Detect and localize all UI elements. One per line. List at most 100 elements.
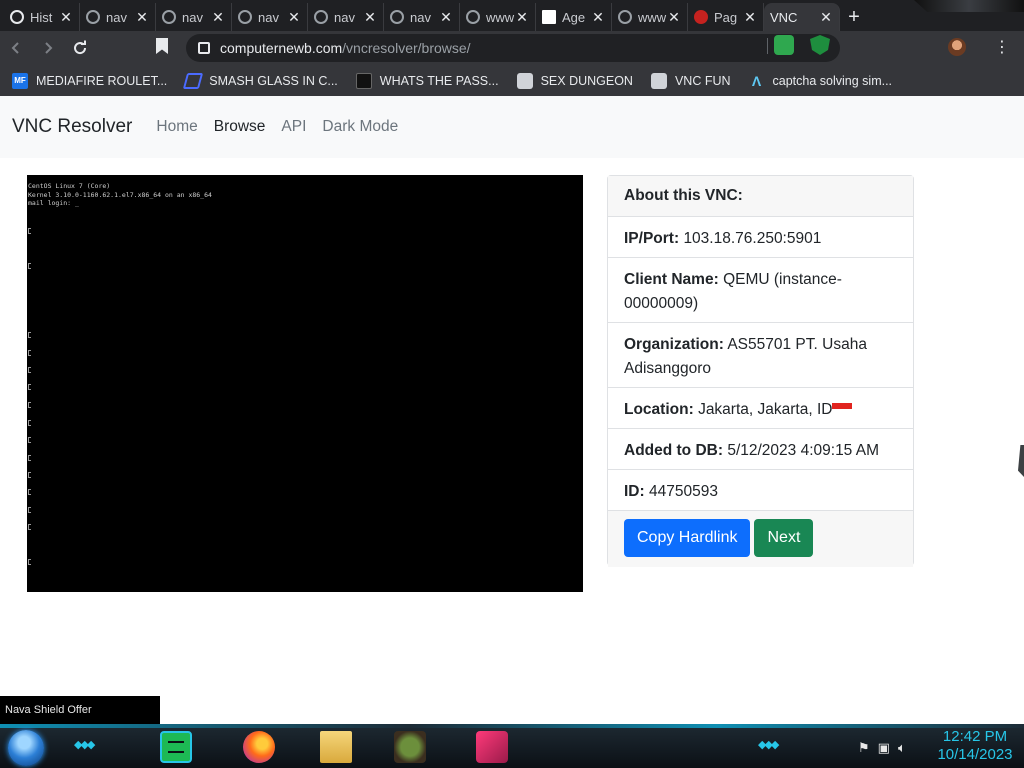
tab-www-2[interactable]: www ✕ bbox=[612, 3, 688, 31]
bookmarks-bar: MF MEDIAFIRE ROULET... SMASH GLASS IN C..… bbox=[0, 65, 1024, 96]
close-tab-icon[interactable]: ✕ bbox=[515, 9, 529, 26]
tab-nav-2[interactable]: nav ✕ bbox=[156, 3, 232, 31]
tab-nav-5[interactable]: nav ✕ bbox=[384, 3, 460, 31]
url-host: computernewb.com bbox=[220, 40, 343, 56]
close-tab-icon[interactable]: ✕ bbox=[439, 9, 453, 26]
lock-icon[interactable] bbox=[198, 42, 210, 54]
bookmark-sex-dungeon[interactable]: SEX DUNGEON bbox=[516, 72, 633, 89]
console-bracket bbox=[28, 507, 31, 513]
card-header: About this VNC: bbox=[608, 176, 913, 217]
bookmark-whats-the-pass[interactable]: WHATS THE PASS... bbox=[355, 72, 499, 89]
bookmark-vnc-fun[interactable]: VNC FUN bbox=[650, 72, 731, 89]
profile-avatar[interactable] bbox=[948, 38, 966, 56]
url-path: /vncresolver/browse/ bbox=[342, 40, 471, 56]
tab-nav-4[interactable]: nav ✕ bbox=[308, 3, 384, 31]
extension-chat-icon[interactable] bbox=[774, 35, 794, 55]
console-bracket bbox=[28, 489, 31, 495]
info-ip-port: IP/Port: 103.18.76.250:5901 bbox=[608, 217, 913, 258]
close-tab-icon[interactable]: ✕ bbox=[211, 9, 225, 26]
console-bracket bbox=[28, 228, 31, 234]
taskbar-decoration-arrows: ◆◆◆ bbox=[74, 739, 95, 751]
globe-icon bbox=[238, 10, 252, 24]
tab-www-1[interactable]: www ✕ bbox=[460, 3, 536, 31]
tab-strip: Hist ✕ nav ✕ nav ✕ nav ✕ nav ✕ nav ✕ www ✕ Age ✕… bbox=[0, 0, 1024, 192]
address-bar[interactable]: computernewb.com/vncresolver/browse/ bbox=[186, 34, 840, 62]
captcha-icon: Λ bbox=[751, 72, 762, 89]
forward-button[interactable] bbox=[32, 32, 64, 64]
dice-icon bbox=[650, 72, 667, 89]
smash-icon bbox=[183, 72, 204, 89]
info-added-to-db: Added to DB: 5/12/2023 4:09:15 AM bbox=[608, 429, 913, 470]
new-tab-button[interactable]: + bbox=[840, 3, 868, 31]
copy-hardlink-button[interactable]: Copy Hardlink bbox=[624, 519, 751, 557]
nav-dark-mode[interactable]: Dark Mode bbox=[322, 118, 398, 136]
mediafire-icon: MF bbox=[12, 72, 28, 89]
file-explorer-icon[interactable] bbox=[320, 731, 352, 763]
nav-browse[interactable]: Browse bbox=[214, 118, 266, 136]
bookmark-mediafire[interactable]: MF MEDIAFIRE ROULET... bbox=[12, 72, 167, 89]
globe-icon bbox=[314, 10, 328, 24]
close-tab-icon[interactable]: ✕ bbox=[819, 9, 833, 26]
close-tab-icon[interactable]: ✕ bbox=[287, 9, 301, 26]
bookmark-captcha[interactable]: Λcaptcha solving sim... bbox=[749, 72, 892, 89]
info-id: ID: 44750593 bbox=[608, 470, 913, 511]
close-tab-icon[interactable]: ✕ bbox=[59, 9, 73, 26]
close-tab-icon[interactable]: ✕ bbox=[667, 9, 681, 26]
taskbar: ◆◆◆ ◆◆◆ ⚑ ▣ 🔈︎ 12:42 PM 10/14/2023 bbox=[0, 724, 1024, 768]
console-bracket bbox=[28, 559, 31, 565]
tab-age[interactable]: Age ✕ bbox=[536, 3, 612, 31]
console-bracket bbox=[28, 263, 31, 269]
site-navbar: VNC Resolver Home Browse API Dark Mode bbox=[0, 96, 1024, 158]
bookmark-smash-glass[interactable]: SMASH GLASS IN C... bbox=[183, 72, 338, 89]
close-tab-icon[interactable]: ✕ bbox=[743, 9, 757, 26]
close-tab-icon[interactable]: ✕ bbox=[591, 9, 605, 26]
close-tab-icon[interactable]: ✕ bbox=[135, 9, 149, 26]
tab-pag[interactable]: Pag ✕ bbox=[688, 3, 764, 31]
close-tab-icon[interactable]: ✕ bbox=[363, 9, 377, 26]
media-app-icon[interactable] bbox=[476, 731, 508, 763]
system-tray: ⚑ ▣ 🔈︎ bbox=[858, 740, 906, 756]
mouse-cursor-icon bbox=[1018, 445, 1024, 477]
bookmark-star-icon[interactable] bbox=[156, 38, 168, 54]
theme-decoration bbox=[914, 0, 1024, 12]
card-footer: Copy Hardlink Next bbox=[608, 511, 913, 567]
info-location: Location: Jakarta, Jakarta, ID bbox=[608, 388, 913, 429]
start-button[interactable] bbox=[8, 730, 44, 766]
network-icon[interactable]: ▣ bbox=[878, 740, 890, 756]
toolbar-divider bbox=[767, 38, 768, 54]
nav-home[interactable]: Home bbox=[156, 118, 197, 136]
vnc-line-kernel: Kernel 3.10.0-1160.62.1.el7.x86_64 on an… bbox=[28, 190, 212, 199]
volume-icon[interactable]: 🔈︎ bbox=[898, 740, 906, 756]
tab-history[interactable]: Hist ✕ bbox=[4, 3, 80, 31]
console-bracket bbox=[28, 455, 31, 461]
spotify-icon[interactable] bbox=[160, 731, 192, 763]
indonesia-flag-icon bbox=[832, 403, 853, 415]
browser-menu-icon[interactable]: ⋮ bbox=[994, 37, 1010, 57]
browser-toolbar: computernewb.com/vncresolver/browse/ ⋮ bbox=[0, 31, 1024, 65]
firefox-icon[interactable] bbox=[243, 731, 275, 763]
tab-nav-3[interactable]: nav ✕ bbox=[232, 3, 308, 31]
vnc-line-os: CentOS Linux 7 (Core) bbox=[28, 182, 111, 190]
tab-nav-1[interactable]: nav ✕ bbox=[80, 3, 156, 31]
flag-icon[interactable]: ⚑ bbox=[858, 740, 870, 756]
console-bracket bbox=[28, 367, 31, 373]
taskbar-decoration-arrows: ◆◆◆ bbox=[758, 739, 779, 751]
site-brand[interactable]: VNC Resolver bbox=[12, 116, 132, 138]
system-clock[interactable]: 12:42 PM 10/14/2023 bbox=[930, 728, 1020, 764]
console-bracket bbox=[28, 420, 31, 426]
ublock-icon bbox=[694, 10, 708, 24]
reload-button[interactable] bbox=[64, 32, 96, 64]
console-bracket bbox=[28, 384, 31, 390]
globe-icon bbox=[466, 10, 480, 24]
globe-icon bbox=[618, 10, 632, 24]
globe-icon bbox=[86, 10, 100, 24]
history-icon bbox=[10, 10, 24, 24]
forward-arrow-icon bbox=[45, 42, 53, 54]
back-button[interactable] bbox=[0, 32, 32, 64]
next-button[interactable]: Next bbox=[754, 519, 814, 557]
console-bracket bbox=[28, 402, 31, 408]
minecraft-icon[interactable] bbox=[394, 731, 426, 763]
tab-vnc[interactable]: VNC ✕ bbox=[764, 3, 840, 192]
nava-shield-offer[interactable]: Nava Shield Offer bbox=[0, 696, 160, 724]
nav-api[interactable]: API bbox=[281, 118, 306, 136]
